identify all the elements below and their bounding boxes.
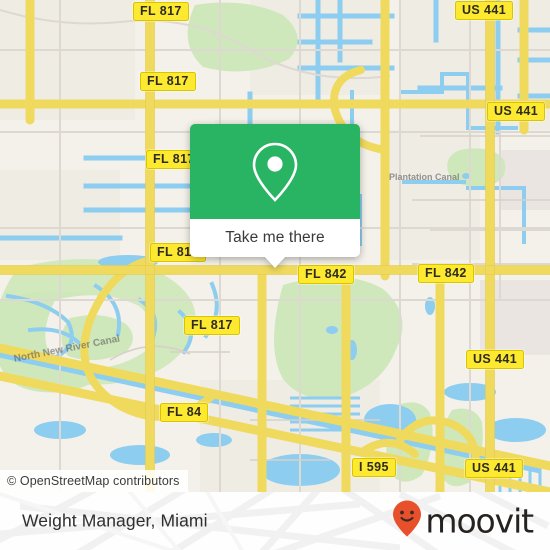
moovit-pin-smiley-icon xyxy=(392,500,422,543)
moovit-wordmark: moovit xyxy=(425,501,534,541)
road-shield-us441[interactable]: US 441 xyxy=(455,1,514,20)
road-shield-us441[interactable]: US 441 xyxy=(466,350,525,369)
moovit-brand[interactable]: moovit xyxy=(392,500,534,543)
road-shield-fl817[interactable]: FL 817 xyxy=(133,2,189,21)
road-shield-fl842[interactable]: FL 842 xyxy=(298,265,354,284)
road-shield-us441[interactable]: US 441 xyxy=(487,102,546,121)
osm-attribution[interactable]: © OpenStreetMap contributors xyxy=(0,470,188,492)
popup-pointer-tip xyxy=(264,256,286,268)
screenshot-root: North New River Canal Plantation Canal F… xyxy=(0,0,550,550)
take-me-there-label: Take me there xyxy=(225,229,325,246)
road-shield-i595[interactable]: I 595 xyxy=(352,458,396,477)
map-pin-icon xyxy=(249,140,301,204)
road-shield-fl842[interactable]: FL 842 xyxy=(418,264,474,283)
road-shield-fl84[interactable]: FL 84 xyxy=(160,403,209,422)
map-canvas[interactable]: North New River Canal Plantation Canal F… xyxy=(0,0,550,492)
popup-footer[interactable]: Take me there xyxy=(190,219,360,268)
footer-bar: Weight Manager, Miami moovit xyxy=(0,492,550,550)
road-shield-us441[interactable]: US 441 xyxy=(465,459,524,478)
road-shield-fl817[interactable]: FL 817 xyxy=(184,316,240,335)
place-title: Weight Manager, Miami xyxy=(22,510,208,531)
road-shield-fl817[interactable]: FL 817 xyxy=(140,72,196,91)
water-label: Plantation Canal xyxy=(389,172,460,182)
location-popup[interactable]: Take me there xyxy=(190,124,360,268)
popup-header xyxy=(190,124,360,219)
